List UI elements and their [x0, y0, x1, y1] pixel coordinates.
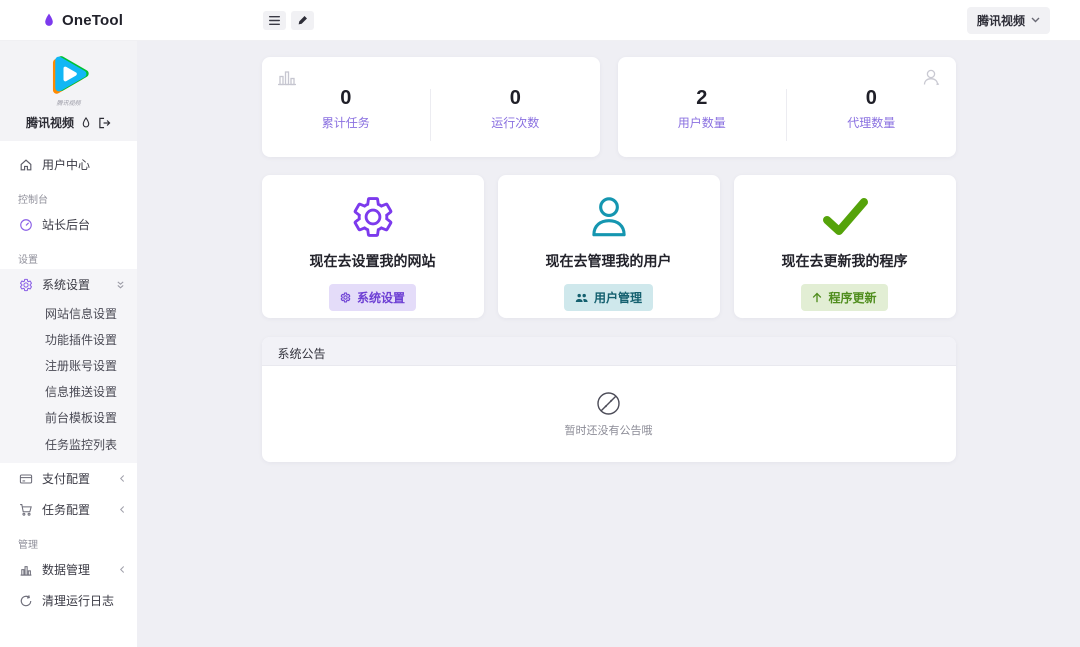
sidebar-subitem-site-info[interactable]: 网站信息设置 [0, 300, 137, 326]
drop-icon[interactable] [81, 116, 91, 129]
sidebar-item-label: 清理运行日志 [42, 592, 114, 609]
refresh-icon [18, 594, 33, 608]
users-icon [920, 67, 942, 92]
avatar-caption: 腾讯视频 [0, 98, 137, 107]
action-title: 现在去设置我的网站 [310, 251, 436, 271]
chevron-left-icon [119, 474, 125, 483]
announcement-title: 系统公告 [262, 337, 956, 366]
sidebar-profile: 腾讯视频 腾讯视频 [0, 41, 137, 141]
arrow-up-icon [812, 292, 822, 303]
bar-chart-icon [18, 563, 33, 577]
brush-icon [297, 15, 308, 26]
stat-value: 2 [618, 87, 787, 110]
brand-drop-icon [42, 12, 56, 28]
brand: OneTool [0, 12, 263, 29]
tencent-video-logo-icon [47, 52, 91, 96]
stat-agent-count: 0 代理数量 [787, 87, 956, 141]
stat-label: 用户数量 [618, 114, 787, 131]
sidebar-item-payment-config[interactable]: 支付配置 [0, 463, 137, 494]
stat-total-tasks: 0 累计任务 [262, 87, 431, 141]
gear-icon [340, 292, 351, 303]
action-card-program-update: 现在去更新我的程序 程序更新 [734, 175, 956, 318]
sidebar-item-webmaster-backend[interactable]: 站长后台 [0, 209, 137, 240]
stat-label: 累计任务 [262, 114, 431, 131]
sidebar-subitem-register[interactable]: 注册账号设置 [0, 352, 137, 378]
sidebar-item-task-config[interactable]: 任务配置 [0, 494, 137, 525]
gear-icon [350, 191, 396, 243]
user-icon [584, 191, 634, 243]
sidebar-item-clear-logs[interactable]: 清理运行日志 [0, 585, 137, 616]
users-icon [575, 293, 588, 303]
stat-card-tasks: 0 累计任务 0 运行次数 [262, 57, 600, 157]
chevron-down-icon [1031, 17, 1040, 23]
action-title: 现在去更新我的程序 [782, 251, 908, 271]
stat-label: 运行次数 [431, 114, 600, 131]
sidebar-item-label: 支付配置 [42, 470, 90, 487]
check-icon [819, 191, 871, 243]
stat-label: 代理数量 [787, 114, 956, 131]
chevron-left-icon [119, 565, 125, 574]
gear-icon [18, 278, 33, 292]
sidebar-subitem-template[interactable]: 前台模板设置 [0, 405, 137, 431]
action-card-site-settings: 现在去设置我的网站 系统设置 [262, 175, 484, 318]
user-management-button[interactable]: 用户管理 [564, 284, 653, 311]
button-label: 程序更新 [828, 289, 876, 306]
announcement-panel: 系统公告 暂时还没有公告哦 [262, 337, 956, 462]
sidebar-subitem-task-monitor[interactable]: 任务监控列表 [0, 431, 137, 457]
topbar: OneTool 腾讯视频 [0, 0, 1080, 41]
sidebar-section-console: 控制台 [0, 180, 137, 209]
home-icon [18, 158, 33, 172]
sidebar-item-label: 系统设置 [42, 276, 90, 293]
main-content: 0 累计任务 0 运行次数 2 用户数量 [137, 41, 1080, 647]
sidebar-subitem-plugins[interactable]: 功能插件设置 [0, 326, 137, 352]
sidebar-subitem-push[interactable]: 信息推送设置 [0, 379, 137, 405]
sidebar-item-label: 用户中心 [42, 156, 90, 173]
sidebar-item-label: 数据管理 [42, 561, 90, 578]
sidebar-item-user-center[interactable]: 用户中心 [0, 149, 137, 180]
sidebar-item-data-management[interactable]: 数据管理 [0, 554, 137, 585]
sidebar-item-system-settings[interactable]: 系统设置 [0, 269, 137, 300]
gauge-icon [18, 218, 33, 232]
button-label: 用户管理 [594, 289, 642, 306]
theme-brush-button[interactable] [291, 11, 314, 30]
no-data-disc-icon [595, 390, 622, 417]
chevron-double-down-icon [116, 280, 125, 290]
sidebar-menu: 用户中心 控制台 站长后台 设置 系统设置 网站信息设置 功能插件设置 注册账号… [0, 141, 137, 616]
sidebar: 腾讯视频 腾讯视频 用户中心 控制台 站长后台 [0, 41, 137, 647]
sidebar-section-settings: 设置 [0, 240, 137, 269]
empty-text: 暂时还没有公告哦 [565, 422, 653, 438]
bar-chart-icon [276, 67, 298, 92]
profile-name: 腾讯视频 [26, 114, 74, 131]
menu-toggle-button[interactable] [263, 11, 286, 30]
action-card-user-management: 现在去管理我的用户 用户管理 [498, 175, 720, 318]
hamburger-icon [269, 16, 280, 25]
workspace-label: 腾讯视频 [977, 12, 1025, 29]
sidebar-section-management: 管理 [0, 525, 137, 554]
system-settings-button[interactable]: 系统设置 [329, 284, 416, 311]
stat-value: 0 [431, 87, 600, 110]
stat-user-count: 2 用户数量 [618, 87, 787, 141]
sidebar-item-label: 站长后台 [42, 216, 90, 233]
logout-icon[interactable] [98, 117, 111, 129]
system-settings-group: 系统设置 网站信息设置 功能插件设置 注册账号设置 信息推送设置 前台模板设置 … [0, 269, 137, 463]
brand-name: OneTool [62, 12, 123, 29]
workspace-selector[interactable]: 腾讯视频 [967, 7, 1050, 34]
action-title: 现在去管理我的用户 [546, 251, 672, 271]
stat-card-users: 2 用户数量 0 代理数量 [618, 57, 956, 157]
chevron-left-icon [119, 505, 125, 514]
credit-card-icon [18, 472, 33, 486]
stat-run-count: 0 运行次数 [431, 87, 600, 141]
announcement-empty-state: 暂时还没有公告哦 [262, 366, 956, 462]
cart-icon [18, 503, 33, 517]
program-update-button[interactable]: 程序更新 [801, 284, 887, 311]
button-label: 系统设置 [357, 289, 405, 306]
sidebar-item-label: 任务配置 [42, 501, 90, 518]
